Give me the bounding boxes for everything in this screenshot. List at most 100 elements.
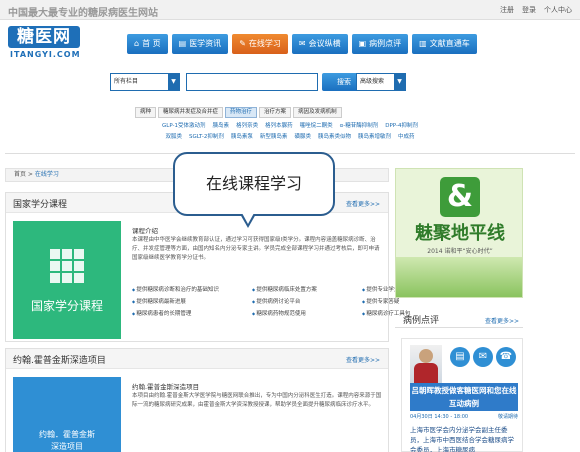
chat-icon: ✉	[298, 39, 306, 48]
view-more-link[interactable]: 查看更多>>	[485, 316, 519, 325]
feature-icons: ▤ ✉ ☎	[450, 347, 516, 367]
chevron-down-icon: ▼	[394, 74, 405, 90]
nav-literature[interactable]: ▥ 文献直通车	[412, 34, 477, 54]
nav-label: 首 页	[142, 39, 161, 48]
keyword-link[interactable]: 磺脲类	[294, 132, 311, 143]
advanced-search-label: 高级搜索	[360, 78, 385, 85]
tab-disease[interactable]: 病种	[135, 107, 157, 118]
nav-conferences[interactable]: ✉ 会议纵横	[291, 34, 348, 54]
search-input[interactable]	[186, 73, 318, 91]
category-select-value: 所有栏目	[114, 78, 139, 85]
keyword-link[interactable]: SGLT-2抑制剂	[189, 132, 224, 143]
doctor-photo	[410, 345, 442, 383]
nav-news[interactable]: ▤ 医学资讯	[171, 34, 229, 54]
nav-label: 在线学习	[248, 39, 281, 48]
ampersand-logo-icon: &	[440, 177, 480, 217]
feature-item: 糖尿病药物规范使用	[252, 309, 362, 317]
keyword-link[interactable]: 胰岛素增敏剂	[358, 132, 391, 143]
top-links: 注册 登录 个人中心	[500, 5, 572, 15]
banner-headline: 吕朝晖教授做客糖医网和您在线互动病例	[410, 383, 518, 411]
keyword-link[interactable]: DPP-4抑制剂	[385, 121, 418, 132]
keyword-link[interactable]: 新型胰岛素	[260, 132, 288, 143]
banner-subtitle: 2014 诺和平“安心时代”	[427, 248, 493, 255]
site-logo[interactable]: 糖医网 ITANGYI.COM	[8, 26, 88, 64]
feature-item: 糖尿病患者的长期管理	[132, 309, 252, 317]
feature-item: 提供糖尿病最新进展	[132, 297, 252, 305]
view-more-link[interactable]: 查看更多>>	[346, 199, 380, 208]
case-review-banner[interactable]: ▤ ✉ ☎ 吕朝晖教授做客糖医网和您在线互动病例 04月30日 14:30 - …	[401, 338, 523, 452]
keyword-link[interactable]: 胰岛素	[213, 121, 230, 132]
logo-main-text: 糖医网	[8, 26, 80, 48]
tab-complications[interactable]: 糖尿病并发症及合并症	[158, 107, 224, 118]
nav-label: 文献直通车	[429, 39, 470, 48]
section-title: 约翰.霍普金斯深造项目	[13, 356, 106, 366]
banner-background	[396, 257, 522, 297]
keyword-link[interactable]: α-糖苷酶抑制剂	[340, 121, 379, 132]
keyword-link[interactable]: 格列奈类	[236, 121, 258, 132]
tab-treatment-plan[interactable]: 治疗方案	[259, 107, 292, 118]
grid-icon	[50, 249, 84, 283]
nav-label: 病例点评	[369, 39, 402, 48]
callout-bubble: 在线课程学习	[173, 152, 335, 216]
category-select[interactable]: 所有栏目 ▼	[110, 73, 180, 91]
chevron-down-icon: ▼	[168, 74, 179, 90]
breadcrumb-current[interactable]: 在线学习	[35, 171, 59, 178]
nav-label: 会议纵横	[308, 39, 341, 48]
keyword-link[interactable]: 格列本脲药	[265, 121, 293, 132]
doc-icon: ▥	[419, 39, 427, 48]
keyword-link[interactable]: 胰岛素泵	[231, 132, 253, 143]
chat-icon: ✉	[473, 347, 493, 367]
course-tile-label: 国家学分课程	[30, 299, 103, 313]
header: 糖医网 ITANGYI.COM ⌂ 首 页 ▤ 医学资讯 ✎ 在线学习 ✉ 会议纵横 ▣…	[0, 20, 580, 70]
feature-item: 提供糖尿病诊断和治疗的基础知识	[132, 285, 252, 293]
intro-text: 本项目由约翰.霍普金斯大学医学院与糖医网联合推出，专为中国内分泌科医生打造。课程…	[132, 393, 382, 408]
intro-title: 课程介绍	[132, 227, 158, 235]
keyword-link[interactable]: GLP-1受体激动剂	[162, 121, 206, 132]
keyword-row: 双胍类 SGLT-2抑制剂 胰岛素泵 新型胰岛素 磺脲类 胰岛素类似物 胰岛素增…	[75, 132, 505, 143]
feature-item: 提供病例讨论平台	[252, 297, 362, 305]
keyword-link[interactable]: 胰岛素类似物	[318, 132, 351, 143]
event-date-row: 04月30日 14:30 - 18:00 敬请期待	[410, 413, 518, 423]
main-nav: ⌂ 首 页 ▤ 医学资讯 ✎ 在线学习 ✉ 会议纵横 ▣ 病例点评 ▥ 文献直通车	[127, 34, 477, 54]
news-icon: ▤	[178, 39, 187, 48]
learn-icon: ✎	[239, 39, 246, 48]
course-tile[interactable]: 国家学分课程	[13, 221, 121, 339]
view-more-link[interactable]: 查看更多>>	[346, 355, 380, 364]
banner-title: 魅聚地平线	[415, 223, 505, 244]
course-tile-label: 约翰．霍普金斯	[39, 430, 95, 439]
course-tile[interactable]: 约翰．霍普金斯 深造项目	[13, 377, 121, 452]
keyword-link[interactable]: 中成药	[398, 132, 415, 143]
intro-text: 本课程由中华医学会继续教育部认证，通过学习可获得国家级I类学分。课程内容涵盖糖尿…	[132, 237, 380, 261]
breadcrumb-home[interactable]: 首页	[14, 171, 26, 178]
phone-icon: ☎	[496, 347, 516, 367]
sidebar-header: 病例点评 查看更多>>	[395, 310, 523, 328]
user-center-link[interactable]: 个人中心	[544, 5, 572, 15]
nav-home[interactable]: ⌂ 首 页	[127, 34, 168, 54]
keyword-row: GLP-1受体激动剂 胰岛素 格列奈类 格列本脲药 噻唑烷二酮类 α-糖苷酶抑制…	[75, 121, 505, 132]
breadcrumb-separator: >	[26, 171, 35, 178]
section-header: 约翰.霍普金斯深造项目 查看更多>>	[6, 349, 388, 369]
event-tag: 敬请期待	[497, 414, 518, 420]
feature-list: 提供糖尿病诊断和治疗的基础知识 提供糖尿病临床处置方案 提供专业学分证明 提供糖…	[132, 285, 422, 317]
site-slogan: 中国最大最专业的糖尿病医生网站	[8, 8, 158, 19]
tab-etiology[interactable]: 病因及发病机制	[293, 107, 342, 118]
advanced-search-select[interactable]: 高级搜索 ▼	[356, 73, 406, 91]
promo-banner[interactable]: & 魅聚地平线 2014 诺和平“安心时代”	[395, 168, 523, 298]
register-link[interactable]: 注册	[500, 5, 514, 15]
login-link[interactable]: 登录	[522, 5, 536, 15]
keyword-links: GLP-1受体激动剂 胰岛素 格列奈类 格列本脲药 噻唑烷二酮类 α-糖苷酶抑制…	[75, 121, 505, 143]
logo-sub-text: ITANGYI.COM	[10, 50, 81, 59]
keyword-link[interactable]: 噻唑烷二酮类	[300, 121, 333, 132]
callout-tail-inner	[242, 213, 254, 224]
course-tile-label: 深造项目	[51, 442, 83, 451]
document-icon: ▤	[450, 347, 470, 367]
tab-drug-therapy[interactable]: 药物治疗	[225, 107, 258, 118]
sidebar-title: 病例点评	[403, 316, 440, 326]
section-title: 国家学分课程	[13, 200, 68, 210]
top-bar: 中国最大最专业的糖尿病医生网站 注册 登录 个人中心	[0, 0, 580, 20]
case-icon: ▣	[358, 39, 367, 48]
nav-online-learning[interactable]: ✎ 在线学习	[232, 34, 288, 54]
nav-case-review[interactable]: ▣ 病例点评	[351, 34, 409, 54]
keyword-link[interactable]: 双胍类	[165, 132, 182, 143]
feature-item: 提供专家答疑	[362, 297, 422, 305]
